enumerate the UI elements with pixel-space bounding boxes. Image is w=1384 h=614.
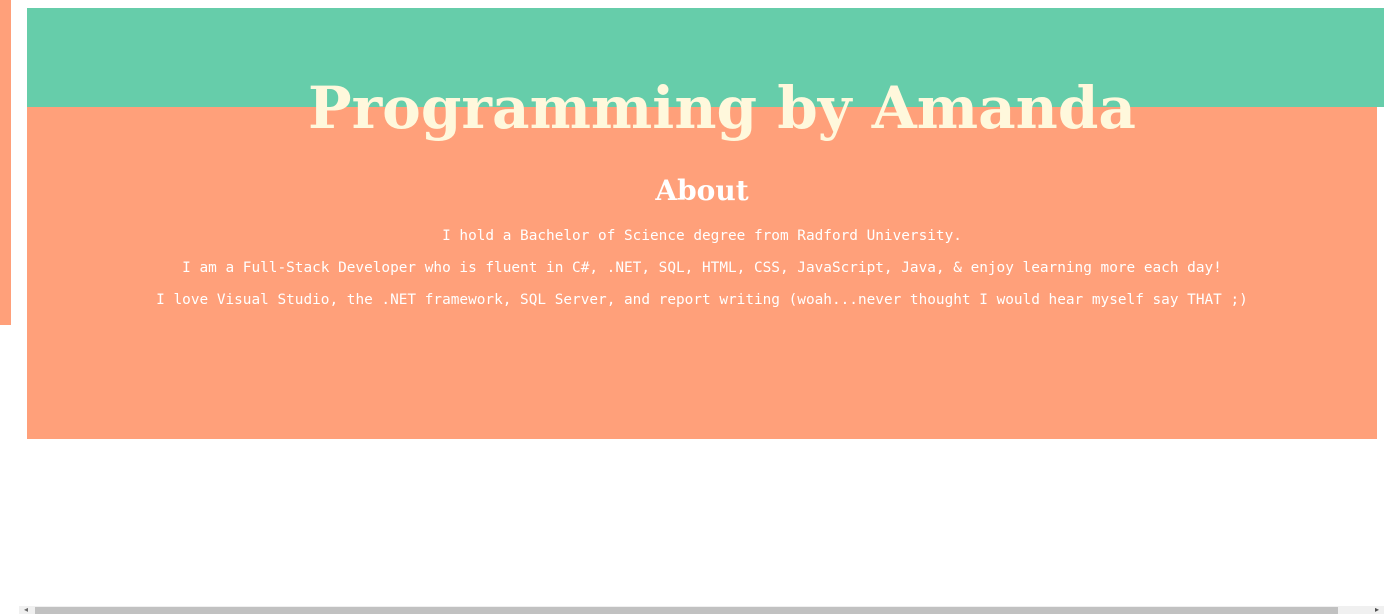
about-line-interests: I love Visual Studio, the .NET framework… [156, 292, 1248, 308]
site-title: Programming by Amanda [308, 74, 1136, 142]
left-accent-strip [0, 0, 11, 325]
about-line-education: I hold a Bachelor of Science degree from… [442, 228, 962, 244]
about-heading: About [655, 174, 749, 207]
scroll-left-icon[interactable]: ◂ [19, 606, 33, 614]
horizontal-scrollbar[interactable]: ◂ ▸ [19, 606, 1384, 614]
about-line-skills: I am a Full-Stack Developer who is fluen… [182, 260, 1222, 276]
scroll-right-icon[interactable]: ▸ [1370, 606, 1384, 614]
scrollbar-thumb[interactable] [35, 607, 1338, 614]
page: Programming by Amanda About I hold a Bac… [0, 0, 1384, 614]
about-section: About I hold a Bachelor of Science degre… [27, 170, 1377, 316]
